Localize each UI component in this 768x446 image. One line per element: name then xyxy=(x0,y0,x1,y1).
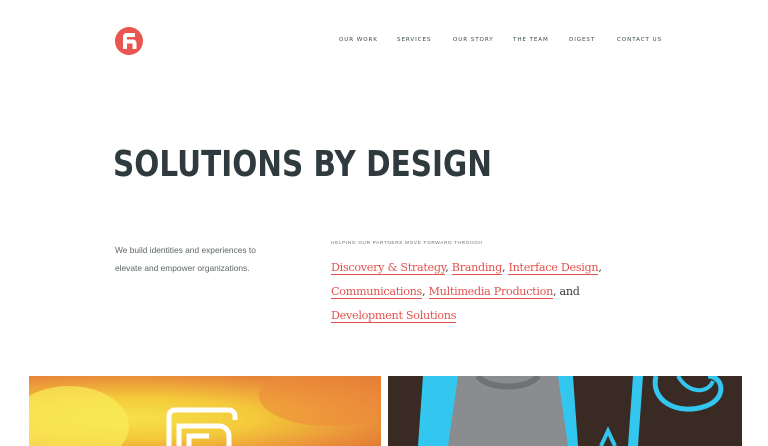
comma: , xyxy=(501,261,506,274)
nav-digest[interactable]: DIGEST xyxy=(569,37,595,43)
and-word: and xyxy=(559,285,580,298)
service-interface-design[interactable]: Interface Design xyxy=(508,261,599,275)
comma: , xyxy=(445,261,449,274)
services-line-1: Discovery & Strategy, Branding, Interfac… xyxy=(331,256,631,280)
nav-our-story[interactable]: OUR STORY xyxy=(453,37,494,43)
nav-contact-us[interactable]: CONTACT US xyxy=(617,37,662,43)
comma: , xyxy=(598,261,602,274)
project-tile-left[interactable] xyxy=(29,376,381,446)
service-branding[interactable]: Branding xyxy=(451,261,502,275)
comma: , xyxy=(422,285,426,298)
intro-line-1: We build identities and experiences to xyxy=(115,245,256,255)
service-development-solutions[interactable]: Development Solutions xyxy=(331,309,456,323)
intro-line-2: elevate and empower organizations. xyxy=(115,263,250,273)
service-communications[interactable]: Communications xyxy=(331,285,422,299)
services-line-3: Development Solutions xyxy=(331,304,631,328)
comma: , xyxy=(553,285,557,298)
nav-the-team[interactable]: THE TEAM xyxy=(513,37,549,43)
main-nav: OUR WORK SERVICES OUR STORY THE TEAM DIG… xyxy=(0,37,768,49)
intro-text: We build identities and experiences to e… xyxy=(115,241,305,277)
hero-title: SOLUTIONS BY DESIGN xyxy=(113,144,492,185)
project-tile-right[interactable] xyxy=(388,376,742,446)
services-line-2: Communications, Multimedia Production, a… xyxy=(331,280,631,304)
services-label: HELPING OUR PARTNERS MOVE FORWARD THROUG… xyxy=(331,241,483,246)
service-multimedia-production[interactable]: Multimedia Production xyxy=(428,285,553,299)
nav-services[interactable]: SERVICES xyxy=(397,37,431,43)
project-logo-outline-icon xyxy=(166,407,238,446)
nav-our-work[interactable]: OUR WORK xyxy=(339,37,378,43)
service-discovery-strategy[interactable]: Discovery & Strategy xyxy=(331,261,446,275)
services-list: Discovery & Strategy, Branding, Interfac… xyxy=(331,256,631,328)
tshirts-image xyxy=(388,376,742,446)
